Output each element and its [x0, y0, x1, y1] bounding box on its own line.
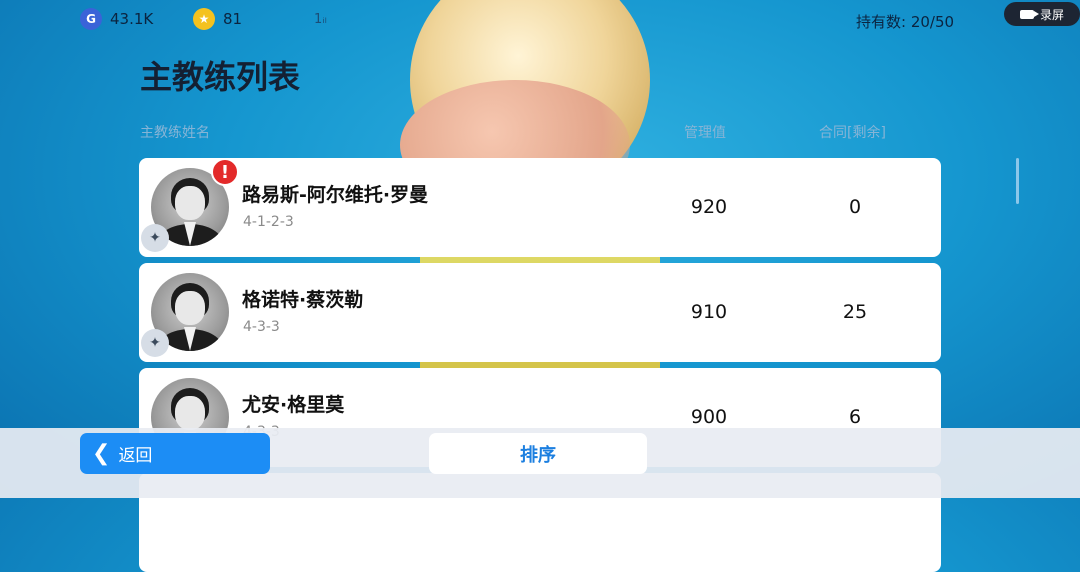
sort-label: 排序	[520, 444, 556, 466]
alert-icon: !	[211, 158, 239, 186]
g-coin-icon: G	[80, 8, 102, 30]
record-screen-button[interactable]: 录屏	[1004, 2, 1080, 26]
chevron-left-icon: ❮	[92, 440, 111, 466]
back-button[interactable]: ❮ 返回	[80, 433, 270, 474]
holdings-count: 持有数: 20/50	[856, 13, 955, 31]
sort-button[interactable]: 排序	[429, 433, 647, 474]
scrollbar[interactable]	[1016, 158, 1019, 204]
coach-formation: 4-3-3	[243, 319, 280, 335]
column-header-name: 主教练姓名	[140, 125, 210, 141]
avatar-face	[175, 291, 205, 325]
coach-row[interactable]: ✦ 格诺特·蔡茨勒 4-3-3 910 25	[139, 263, 941, 362]
record-label: 录屏	[1039, 7, 1064, 22]
column-header-contract: 合同[剩余]	[819, 125, 886, 141]
signal-icon: 1ᵢₗ	[314, 12, 327, 27]
management-value: 900	[690, 406, 728, 428]
avatar-face	[175, 396, 205, 430]
contract-remaining: 6	[848, 406, 862, 428]
g-currency[interactable]: G 43.1K	[80, 8, 153, 30]
star-currency-value: 81	[223, 10, 243, 28]
contract-remaining: 0	[848, 196, 862, 218]
management-value: 920	[690, 196, 728, 218]
video-camera-icon	[1019, 9, 1039, 19]
status-bar: G 43.1K ★ 81 1ᵢₗ 持有数: 20/50 录屏	[0, 0, 1080, 40]
back-label: 返回	[118, 446, 153, 466]
avatar-face	[175, 186, 205, 220]
coach-row[interactable]: ✦ ! 路易斯-阿尔维托·罗曼 4-1-2-3 920 0	[139, 158, 941, 257]
bottom-action-bar: ❮ 返回 排序	[0, 428, 1080, 498]
star-currency[interactable]: ★ 81	[193, 8, 242, 30]
pin-icon[interactable]: ✦	[141, 224, 169, 252]
star-coin-icon: ★	[193, 8, 215, 30]
coach-name: 格诺特·蔡茨勒	[242, 289, 364, 311]
contract-remaining: 25	[842, 301, 868, 323]
column-header-management: 管理值	[684, 125, 726, 141]
page-title: 主教练列表	[140, 58, 301, 96]
management-value: 910	[690, 301, 728, 323]
coach-formation: 4-1-2-3	[243, 214, 294, 230]
pin-icon[interactable]: ✦	[141, 329, 169, 357]
g-currency-value: 43.1K	[110, 10, 154, 28]
coach-name: 路易斯-阿尔维托·罗曼	[242, 184, 429, 206]
coach-name: 尤安·格里莫	[242, 394, 345, 416]
